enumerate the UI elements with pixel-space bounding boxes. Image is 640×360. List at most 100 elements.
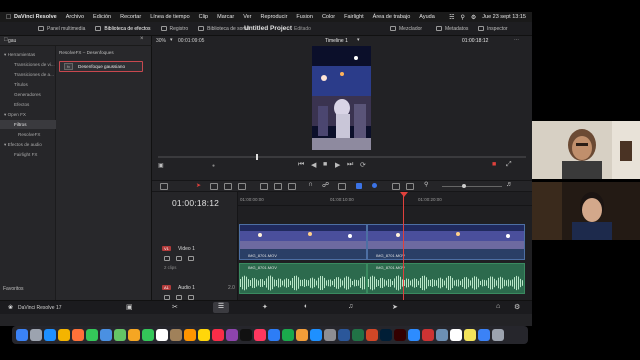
- search-spotlight-icon[interactable]: ⚲: [460, 14, 464, 21]
- reminders-icon[interactable]: [184, 329, 196, 341]
- facetime-icon[interactable]: [142, 329, 154, 341]
- wifi-icon[interactable]: ☵: [449, 14, 454, 21]
- trim-tool-icon[interactable]: [210, 183, 218, 190]
- control-center-icon[interactable]: ⚙: [471, 14, 476, 21]
- trash-icon[interactable]: [492, 329, 504, 341]
- disable-video-icon[interactable]: [188, 256, 194, 261]
- menu-item-ver[interactable]: Ver: [243, 14, 251, 20]
- zoom-icon[interactable]: [408, 329, 420, 341]
- menu-item-clip[interactable]: Clip: [199, 14, 208, 20]
- edit-page-icon[interactable]: ☰: [213, 302, 229, 313]
- fusion-page-icon[interactable]: ✦: [262, 303, 268, 311]
- menu-item-fusion[interactable]: Fusion: [296, 14, 313, 20]
- tv-icon[interactable]: [240, 329, 252, 341]
- maps-icon[interactable]: [114, 329, 126, 341]
- effect-tile-desenfoque-gaussiano[interactable]: fx Desenfoque gaussiano: [59, 61, 143, 72]
- marker-color-icon[interactable]: [372, 183, 377, 188]
- tree-item-efectos[interactable]: Efectos: [0, 100, 56, 109]
- finder-icon[interactable]: [16, 329, 28, 341]
- notes-icon[interactable]: [198, 329, 210, 341]
- music-icon[interactable]: [212, 329, 224, 341]
- audio-meter-icon[interactable]: ♬: [506, 181, 513, 188]
- resolve-icon[interactable]: [422, 329, 434, 341]
- menu-item-linea-de-tiempo[interactable]: Línea de tiempo: [150, 14, 189, 20]
- cut-page-icon[interactable]: ✂: [172, 303, 178, 311]
- textedit-icon[interactable]: [450, 329, 462, 341]
- deliver-page-icon[interactable]: ➤: [392, 303, 398, 311]
- flag-color-icon[interactable]: [356, 183, 362, 189]
- tree-item-titulos[interactable]: Títulos: [0, 80, 56, 89]
- launchpad-icon[interactable]: [30, 329, 42, 341]
- keynote-icon[interactable]: [268, 329, 280, 341]
- appstore-icon[interactable]: [310, 329, 322, 341]
- snapping-icon[interactable]: ∩: [308, 181, 313, 188]
- playhead-handle[interactable]: [400, 192, 408, 197]
- replace-clip-icon[interactable]: [288, 183, 296, 190]
- tree-item-herramientas[interactable]: ▾ Herramientas: [0, 50, 56, 59]
- chrome-icon[interactable]: [58, 329, 70, 341]
- mixer-button[interactable]: Mezclador: [390, 26, 422, 32]
- overwrite-clip-icon[interactable]: [274, 183, 282, 190]
- menu-item-edicion[interactable]: Edición: [93, 14, 111, 20]
- contacts-icon[interactable]: [170, 329, 182, 341]
- reverse-icon[interactable]: ◀: [311, 161, 316, 169]
- sound-library-button[interactable]: Biblioteca de sonid: [198, 26, 249, 32]
- photos-icon[interactable]: [128, 329, 140, 341]
- effects-library-button[interactable]: Biblioteca de efectos: [95, 26, 151, 32]
- menu-item-archivo[interactable]: Archivo: [66, 14, 84, 20]
- tree-item-transiciones-video[interactable]: Transiciones de vi...: [0, 60, 56, 69]
- menu-item-color[interactable]: Color: [322, 14, 335, 20]
- media-pool-button[interactable]: Panel multimedia: [38, 26, 85, 32]
- downloads-icon[interactable]: [478, 329, 490, 341]
- link-icon[interactable]: ☍: [322, 181, 329, 189]
- viewer-options-icon[interactable]: ⋯: [514, 37, 519, 43]
- excel-icon[interactable]: [352, 329, 364, 341]
- firefox-icon[interactable]: [72, 329, 84, 341]
- loop-icon[interactable]: ⟳: [360, 161, 366, 169]
- stop-icon[interactable]: ■: [323, 161, 327, 168]
- pages-icon[interactable]: [296, 329, 308, 341]
- menu-item-area-de-trabajo[interactable]: Área de trabajo: [373, 14, 411, 20]
- layout-icon[interactable]: [160, 183, 168, 190]
- search-clear-icon[interactable]: ×: [140, 36, 144, 42]
- viewer-zoom[interactable]: 30%: [156, 38, 166, 44]
- menu-item-recortar[interactable]: Recortar: [120, 14, 141, 20]
- viewer-marker-icon[interactable]: ●: [212, 163, 215, 169]
- calendar-icon[interactable]: [156, 329, 168, 341]
- inspector-button[interactable]: Inspector: [478, 26, 508, 32]
- effects-search-input[interactable]: gau: [8, 38, 16, 44]
- tree-item-filtros[interactable]: Filtros: [0, 120, 56, 129]
- settings-icon[interactable]: [324, 329, 336, 341]
- blade-tool-icon[interactable]: [238, 183, 246, 190]
- zoom-detail-icon[interactable]: [406, 183, 414, 190]
- timeline-name[interactable]: Timeline 1: [325, 38, 348, 44]
- apple-menu-icon[interactable]: : [6, 14, 14, 21]
- metadata-button[interactable]: Metadatos: [436, 26, 468, 32]
- tree-item-open-fx[interactable]: ▾ Open FX: [0, 110, 56, 119]
- viewer-scrub-bar[interactable]: [158, 154, 526, 160]
- selection-tool-icon[interactable]: ➤: [196, 182, 201, 189]
- numbers-icon[interactable]: [282, 329, 294, 341]
- powerpoint-icon[interactable]: [366, 329, 378, 341]
- zoom-custom-icon[interactable]: ⚲: [424, 181, 428, 188]
- jump-start-icon[interactable]: ⏮: [298, 161, 304, 169]
- safari-icon[interactable]: [44, 329, 56, 341]
- favorites-header[interactable]: Favoritos: [3, 286, 24, 292]
- timeline-dropdown-icon[interactable]: ▾: [357, 37, 360, 43]
- playhead[interactable]: [403, 192, 404, 300]
- dynamic-trim-icon[interactable]: [224, 183, 232, 190]
- record-stop-icon[interactable]: ■: [492, 161, 496, 168]
- audio-clip[interactable]: IMG_8701.MOV: [239, 263, 367, 294]
- viewer-mode-icon[interactable]: ▣: [158, 162, 164, 169]
- media-page-icon[interactable]: ▣: [126, 303, 133, 311]
- zoom-full-icon[interactable]: [392, 183, 400, 190]
- a1-badge[interactable]: A1: [162, 285, 171, 290]
- audio-clip[interactable]: IMG_8701.MOV: [367, 263, 525, 294]
- timeline-ruler[interactable]: 01:00:00:00 01:00:10:00 01:00:20:00: [238, 192, 532, 206]
- notes-2-icon[interactable]: [464, 329, 476, 341]
- podcasts-icon[interactable]: [226, 329, 238, 341]
- video-clip[interactable]: IMG_8701.MOV: [239, 224, 367, 260]
- video-clip[interactable]: IMG_8701.MOV: [367, 224, 525, 260]
- tree-item-efectos-audio[interactable]: ▾ Efectos de audio: [0, 140, 56, 149]
- v1-badge[interactable]: V1: [162, 246, 171, 251]
